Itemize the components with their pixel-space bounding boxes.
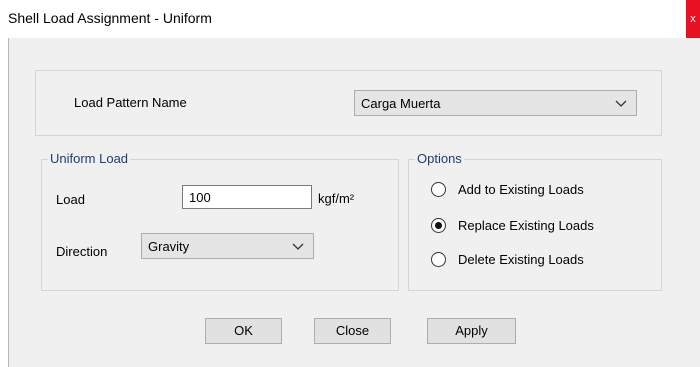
- radio-selected-dot: [435, 222, 442, 229]
- load-pattern-dropdown[interactable]: Carga Muerta: [354, 90, 637, 116]
- options-legend: Options: [415, 151, 464, 166]
- ok-button[interactable]: OK: [205, 318, 282, 344]
- load-pattern-value: Carga Muerta: [361, 96, 441, 111]
- radio-button[interactable]: [431, 182, 446, 197]
- title-bar[interactable]: Shell Load Assignment - Uniform x: [0, 0, 700, 38]
- load-value-field[interactable]: 100: [182, 185, 312, 209]
- load-label: Load: [56, 192, 85, 207]
- close-icon: x: [690, 13, 696, 25]
- radio-label: Add to Existing Loads: [458, 182, 584, 197]
- radio-label: Delete Existing Loads: [458, 252, 584, 267]
- radio-label: Replace Existing Loads: [458, 218, 594, 233]
- direction-dropdown[interactable]: Gravity: [141, 233, 314, 259]
- load-pattern-label: Load Pattern Name: [74, 95, 187, 110]
- window-title: Shell Load Assignment - Uniform: [8, 10, 212, 26]
- direction-label: Direction: [56, 244, 108, 259]
- close-button[interactable]: Close: [314, 318, 391, 344]
- radio-button[interactable]: [431, 218, 446, 233]
- load-pattern-panel: Load Pattern Name Carga Muerta: [35, 70, 662, 136]
- uniform-load-group: Uniform Load Load 100 kgf/m² Direction G…: [41, 151, 399, 291]
- uniform-load-legend: Uniform Load: [48, 151, 131, 166]
- chevron-down-icon: [615, 100, 627, 107]
- load-unit: kgf/m²: [318, 191, 355, 206]
- apply-button[interactable]: Apply: [427, 318, 516, 344]
- radio-button[interactable]: [431, 252, 446, 267]
- dialog-client-area: Load Pattern Name Carga Muerta Uniform L…: [8, 38, 700, 367]
- chevron-down-icon: [292, 243, 304, 250]
- load-value: 100: [189, 190, 211, 205]
- direction-value: Gravity: [148, 239, 190, 254]
- options-group: Options Add to Existing Loads Replace Ex…: [408, 151, 662, 291]
- close-window-button[interactable]: x: [686, 0, 700, 38]
